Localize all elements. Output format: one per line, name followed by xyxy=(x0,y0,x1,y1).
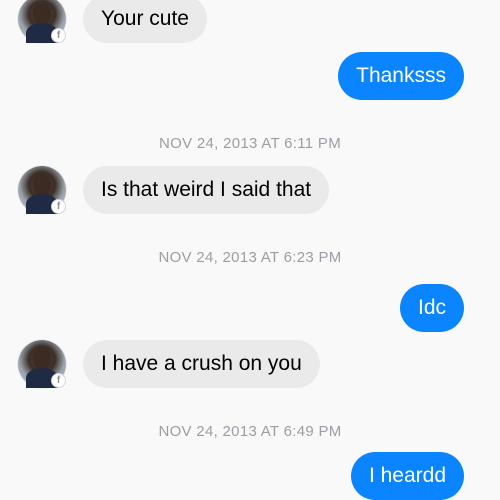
avatar-face xyxy=(33,174,51,196)
incoming-message-bubble[interactable]: Your cute xyxy=(83,0,207,43)
avatar-face xyxy=(33,3,51,25)
outgoing-message-bubble[interactable]: I heardd xyxy=(350,452,464,500)
message-timestamp: NOV 24, 2013 AT 6:23 PM xyxy=(158,249,342,266)
incoming-message-bubble[interactable]: Is that weird I said that xyxy=(83,166,330,214)
facebook-badge-icon: f xyxy=(51,199,66,214)
facebook-badge-icon: f xyxy=(51,373,66,388)
message-timestamp: NOV 24, 2013 AT 6:49 PM xyxy=(158,423,342,440)
message-thread: f Your cute Thanksss NOV 24, 2013 AT 6:1… xyxy=(0,0,500,500)
outgoing-message-bubble[interactable]: Thanksss xyxy=(338,52,464,100)
contact-avatar[interactable]: f xyxy=(18,340,66,388)
incoming-message-bubble[interactable]: I have a crush on you xyxy=(83,340,320,388)
contact-avatar[interactable]: f xyxy=(18,0,66,43)
message-timestamp: NOV 24, 2013 AT 6:11 PM xyxy=(159,135,341,152)
outgoing-message-bubble[interactable]: Idc xyxy=(399,284,464,332)
contact-avatar[interactable]: f xyxy=(18,166,66,214)
avatar-face xyxy=(33,348,51,370)
facebook-badge-icon: f xyxy=(51,28,66,43)
